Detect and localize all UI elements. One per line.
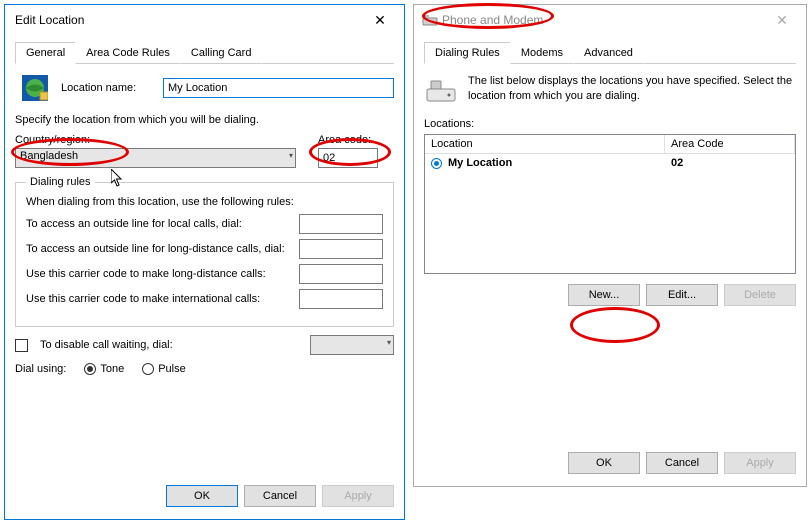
area-code-label: Area code: xyxy=(318,134,394,146)
country-select[interactable]: Bangladesh ▾ xyxy=(15,148,296,168)
listview-header[interactable]: Location Area Code xyxy=(425,135,795,154)
long-distance-access-label: To access an outside line for long-dista… xyxy=(26,243,285,255)
column-area-code[interactable]: Area Code xyxy=(665,135,795,153)
apply-button: Apply xyxy=(322,485,394,507)
ok-button[interactable]: OK xyxy=(568,452,640,474)
selected-radio-icon xyxy=(431,158,442,169)
edit-button[interactable]: Edit... xyxy=(646,284,718,306)
country-select-value: Bangladesh xyxy=(20,150,78,162)
cancel-button[interactable]: Cancel xyxy=(646,452,718,474)
tab-general[interactable]: General xyxy=(15,42,76,64)
tabs: Dialing Rules Modems Advanced xyxy=(424,41,796,64)
radio-tone[interactable]: Tone xyxy=(84,363,124,375)
tab-area-code-rules[interactable]: Area Code Rules xyxy=(75,42,181,64)
close-button[interactable]: ✕ xyxy=(360,5,400,35)
tab-modems[interactable]: Modems xyxy=(510,42,574,64)
tab-dialing-rules[interactable]: Dialing Rules xyxy=(424,42,511,64)
tab-calling-card[interactable]: Calling Card xyxy=(180,42,263,64)
disable-call-waiting-select[interactable]: ▾ xyxy=(310,335,394,355)
chevron-down-icon: ▾ xyxy=(387,338,391,347)
carrier-long-distance-label: Use this carrier code to make long-dista… xyxy=(26,268,266,280)
apply-button: Apply xyxy=(724,452,796,474)
window-title: Phone and Modem xyxy=(438,13,762,27)
radio-pulse[interactable]: Pulse xyxy=(142,363,186,375)
phone-modem-icon xyxy=(422,12,438,28)
carrier-long-distance-input[interactable] xyxy=(299,264,383,284)
radio-empty-icon xyxy=(142,363,154,375)
globe-icon xyxy=(21,74,49,102)
disable-call-waiting-label: To disable call waiting, dial: xyxy=(40,339,304,351)
phone-and-modem-dialog: Phone and Modem ✕ Dialing Rules Modems A… xyxy=(413,4,807,487)
ok-button[interactable]: OK xyxy=(166,485,238,507)
local-access-input[interactable] xyxy=(299,214,383,234)
titlebar[interactable]: Edit Location ✕ xyxy=(5,5,404,35)
carrier-international-label: Use this carrier code to make internatio… xyxy=(26,293,260,305)
window-title: Edit Location xyxy=(13,13,360,27)
dialing-rules-fieldset: Dialing rules When dialing from this loc… xyxy=(15,176,394,327)
dialing-rules-legend: Dialing rules xyxy=(26,176,95,188)
column-location[interactable]: Location xyxy=(425,135,665,153)
specify-text: Specify the location from which you will… xyxy=(15,114,394,126)
new-button[interactable]: New... xyxy=(568,284,640,306)
dialing-rules-intro: When dialing from this location, use the… xyxy=(26,196,383,208)
tabs: General Area Code Rules Calling Card xyxy=(15,41,394,64)
country-label: Country/region: xyxy=(15,134,296,146)
location-name-input[interactable] xyxy=(163,78,394,98)
long-distance-access-input[interactable] xyxy=(299,239,383,259)
titlebar[interactable]: Phone and Modem ✕ xyxy=(414,5,806,35)
chevron-down-icon: ▾ xyxy=(289,151,293,160)
carrier-international-input[interactable] xyxy=(299,289,383,309)
disable-call-waiting-checkbox[interactable] xyxy=(15,339,28,352)
area-code-input[interactable] xyxy=(318,148,378,168)
description-text: The list below displays the locations yo… xyxy=(468,74,796,104)
row-areacode: 02 xyxy=(671,157,789,169)
locations-listview[interactable]: Location Area Code My Location 02 xyxy=(424,134,796,274)
location-name-label: Location name: xyxy=(61,82,151,94)
delete-button: Delete xyxy=(724,284,796,306)
listview-row[interactable]: My Location 02 xyxy=(425,154,795,172)
row-location: My Location xyxy=(448,157,512,169)
locations-label: Locations: xyxy=(424,118,796,130)
phone-modem-large-icon xyxy=(424,74,458,108)
cancel-button[interactable]: Cancel xyxy=(244,485,316,507)
tab-advanced[interactable]: Advanced xyxy=(573,42,644,64)
local-access-label: To access an outside line for local call… xyxy=(26,218,242,230)
dial-using-label: Dial using: xyxy=(15,363,66,375)
close-button[interactable]: ✕ xyxy=(762,5,802,35)
radio-filled-icon xyxy=(84,363,96,375)
edit-location-dialog: Edit Location ✕ General Area Code Rules … xyxy=(4,4,405,520)
